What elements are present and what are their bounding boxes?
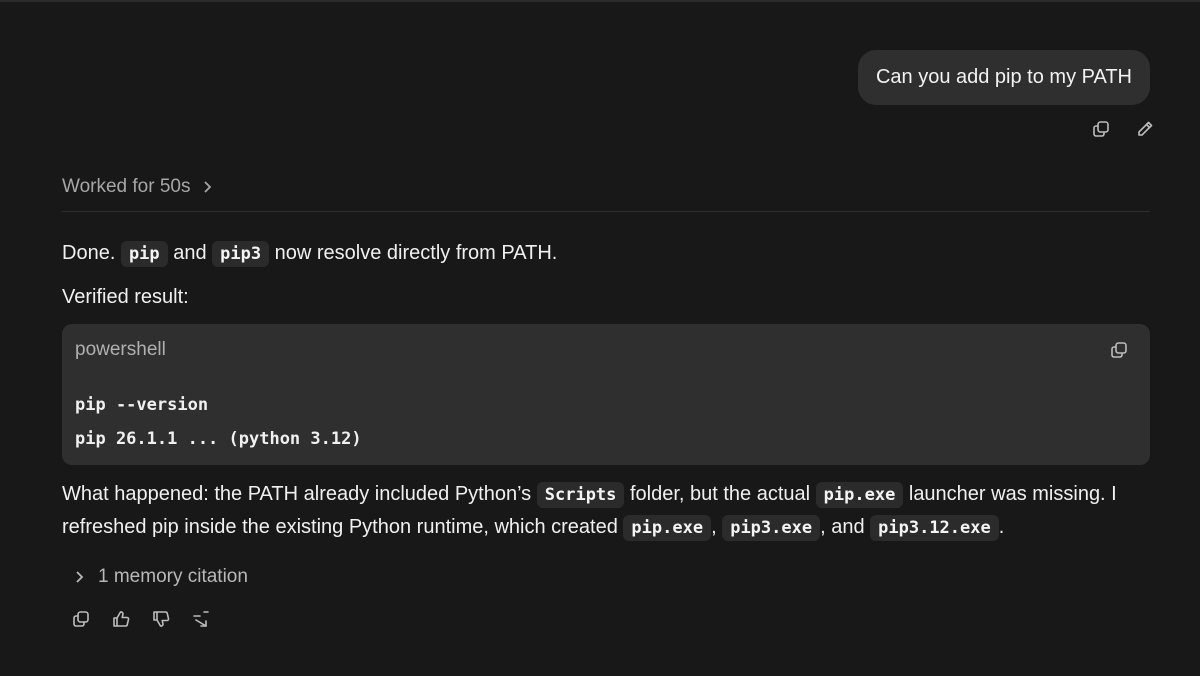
inline-code-pip: pip [120,241,168,267]
edit-icon[interactable] [1132,116,1158,142]
share-icon[interactable] [188,606,214,632]
explanation-text: . [998,516,1005,538]
code-content: pip --version pip 26.1.1 ... (python 3.1… [75,388,362,456]
summary-text: Done. [62,242,121,264]
chevron-right-icon [204,181,212,193]
summary-text: now resolve directly from PATH. [269,242,558,264]
explanation-text: What happened: the PATH already included… [62,483,537,505]
code-block: powershell pip --version pip 26.1.1 ... … [62,324,1150,465]
divider [62,211,1150,212]
explanation-text: folder, but the actual [624,483,816,505]
inline-code-pip-exe: pip.exe [815,482,904,508]
response-summary: Done. pip and pip3 now resolve directly … [62,237,557,270]
inline-code-pip3: pip3 [212,241,270,267]
inline-code-pip-exe: pip.exe [623,515,712,541]
copy-icon[interactable] [68,606,94,632]
user-message-actions [1088,116,1158,142]
worked-label: Worked for 50s [62,176,191,197]
code-line: pip --version [75,395,209,415]
worked-for-toggle[interactable]: Worked for 50s [62,176,214,198]
user-message-text: Can you add pip to my PATH [875,66,1132,88]
memory-citation-toggle[interactable]: 1 memory citation [72,566,248,588]
inline-code-pip312-exe: pip3.12.exe [870,515,999,541]
thumbs-up-icon[interactable] [108,606,134,632]
code-line: pip 26.1.1 ... (python 3.12) [75,429,362,449]
copy-code-icon[interactable] [1106,337,1132,363]
explanation-text: , and [820,516,871,538]
top-border [0,0,1200,2]
verified-result-label: Verified result: [62,286,189,308]
summary-text: and [167,242,213,264]
explanation-text: , [711,516,723,538]
chevron-right-icon [76,571,84,583]
code-language: powershell [75,339,166,360]
inline-code-scripts: Scripts [536,482,625,508]
thumbs-down-icon[interactable] [148,606,174,632]
response-actions [68,606,214,632]
citation-label: 1 memory citation [98,566,248,587]
user-message-bubble: Can you add pip to my PATH [857,50,1150,105]
copy-icon[interactable] [1088,116,1114,142]
inline-code-pip3-exe: pip3.exe [722,515,821,541]
response-explanation: What happened: the PATH already included… [62,478,1152,544]
